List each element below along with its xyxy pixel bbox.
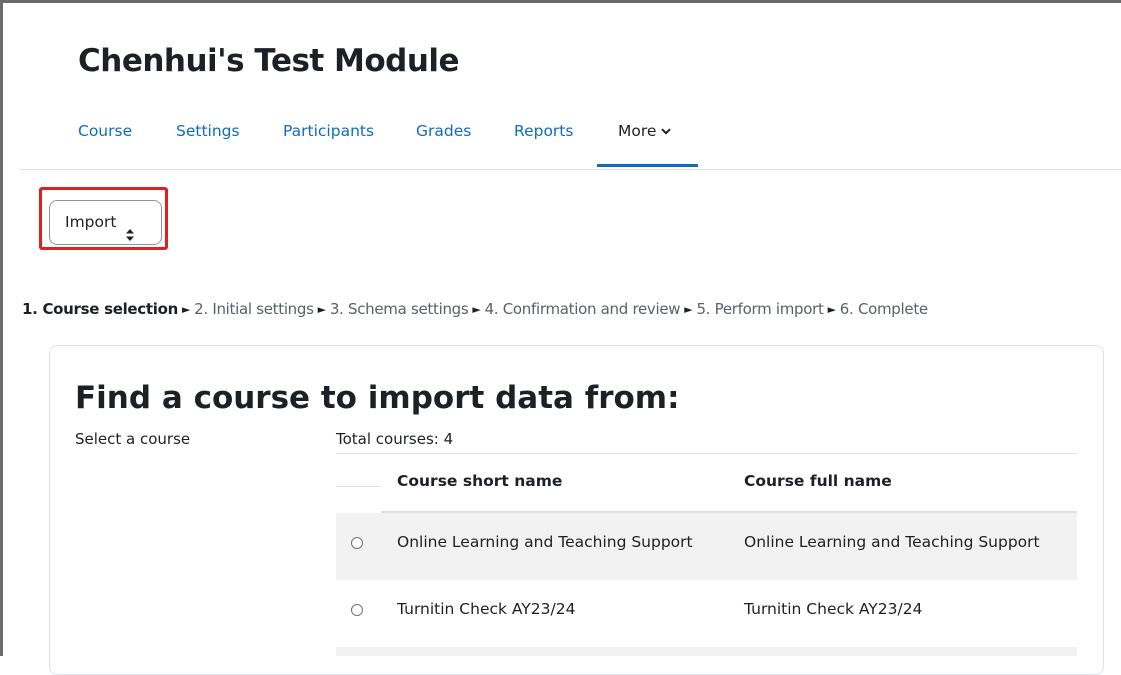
step-perform-import: 5. Perform import: [696, 300, 824, 318]
table-top-border: [336, 453, 1077, 454]
nav-tab-grades[interactable]: Grades: [416, 108, 471, 168]
column-header-full-name: Course full name: [744, 472, 892, 490]
step-schema-settings: 3. Schema settings: [329, 300, 469, 318]
table-row[interactable]: Turnitin Check AY23/24 Turnitin Check AY…: [336, 580, 1077, 647]
card-heading: Find a course to import data from:: [75, 380, 680, 416]
nav-tab-course[interactable]: Course: [78, 108, 132, 168]
nav-tab-more-label: More: [618, 122, 657, 140]
action-select[interactable]: Import: [49, 200, 162, 245]
course-short-name: Turnitin Check AY23/24: [397, 600, 576, 618]
course-short-name: Online Learning and Teaching Support: [397, 533, 693, 551]
select-course-label: Select a course: [75, 430, 191, 448]
step-separator-icon: ►: [317, 303, 326, 316]
window-frame-left: [0, 0, 3, 656]
course-radio[interactable]: [351, 537, 363, 549]
table-row[interactable]: Online Learning and Teaching Support Onl…: [336, 513, 1077, 580]
nav-tab-settings[interactable]: Settings: [176, 108, 240, 168]
column-header-short-name: Course short name: [397, 472, 563, 490]
course-radio[interactable]: [351, 604, 363, 616]
total-courses: Total courses: 4: [336, 430, 454, 448]
action-select-value: Import: [65, 213, 117, 231]
up-down-arrows-icon: [125, 216, 135, 241]
step-initial-settings: 2. Initial settings: [194, 300, 314, 318]
course-full-name: Turnitin Check AY23/24: [744, 600, 923, 618]
step-separator-icon: ►: [827, 303, 836, 316]
secondary-navigation: Course Settings Participants Grades Repo…: [20, 108, 1121, 170]
nav-tab-participants[interactable]: Participants: [283, 108, 374, 168]
step-separator-icon: ►: [181, 303, 191, 316]
step-complete: 6. Complete: [839, 300, 928, 318]
page-title: Chenhui's Test Module: [78, 43, 460, 79]
window-frame-top: [0, 0, 1121, 3]
step-separator-icon: ►: [472, 303, 481, 316]
step-separator-icon: ►: [684, 303, 693, 316]
table-row-partial: [336, 647, 1077, 656]
step-course-selection: 1. Course selection: [22, 300, 178, 318]
nav-tab-more[interactable]: More: [597, 108, 698, 167]
step-confirmation-review: 4. Confirmation and review: [484, 300, 681, 318]
course-full-name: Online Learning and Teaching Support: [744, 533, 1040, 551]
import-steps: 1. Course selection ► 2. Initial settings ►…: [22, 300, 928, 318]
nav-tab-reports[interactable]: Reports: [514, 108, 573, 168]
chevron-down-icon: [661, 107, 672, 153]
radio-column-header: [336, 486, 381, 487]
